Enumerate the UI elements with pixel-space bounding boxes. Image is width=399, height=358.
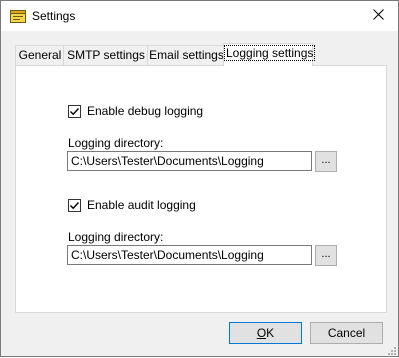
close-button[interactable] <box>358 1 398 31</box>
tab-label: SMTP settings <box>67 48 145 62</box>
checkmark-icon <box>70 202 80 210</box>
title-bar: Settings <box>1 1 398 31</box>
audit-browse-button[interactable]: ... <box>315 245 337 266</box>
settings-app-icon <box>10 10 26 23</box>
enable-audit-logging-label[interactable]: Enable audit logging <box>87 198 196 212</box>
enable-debug-logging-label[interactable]: Enable debug logging <box>87 104 203 118</box>
checkmark-icon <box>70 108 80 116</box>
debug-browse-button[interactable]: ... <box>315 151 337 172</box>
tab-general[interactable]: General <box>15 45 65 65</box>
tab-label: Email settings <box>149 48 224 62</box>
tab-smtp-settings[interactable]: SMTP settings <box>63 45 149 65</box>
logging-settings-panel: Enable debug logging Logging directory: … <box>15 65 387 313</box>
debug-logging-directory-input[interactable]: C:\Users\Tester\Documents\Logging <box>67 151 312 171</box>
settings-dialog: Settings General SMTP settings Email set… <box>0 0 399 357</box>
cancel-button[interactable]: Cancel <box>310 322 383 344</box>
window-title: Settings <box>32 9 76 23</box>
audit-logging-directory-input[interactable]: C:\Users\Tester\Documents\Logging <box>67 245 312 265</box>
tab-label: General <box>18 48 62 62</box>
tab-label: Logging settings <box>224 45 316 61</box>
enable-audit-logging-checkbox[interactable] <box>68 199 81 212</box>
enable-debug-logging-checkbox[interactable] <box>68 105 81 118</box>
audit-logging-directory-label: Logging directory: <box>68 230 164 244</box>
tab-logging-settings[interactable]: Logging settings <box>223 43 316 66</box>
ok-button[interactable]: OK <box>229 322 302 344</box>
debug-logging-directory-label: Logging directory: <box>68 136 164 150</box>
close-icon <box>372 9 384 23</box>
tab-email-settings[interactable]: Email settings <box>147 45 226 65</box>
resize-grip-icon[interactable] <box>386 344 396 355</box>
